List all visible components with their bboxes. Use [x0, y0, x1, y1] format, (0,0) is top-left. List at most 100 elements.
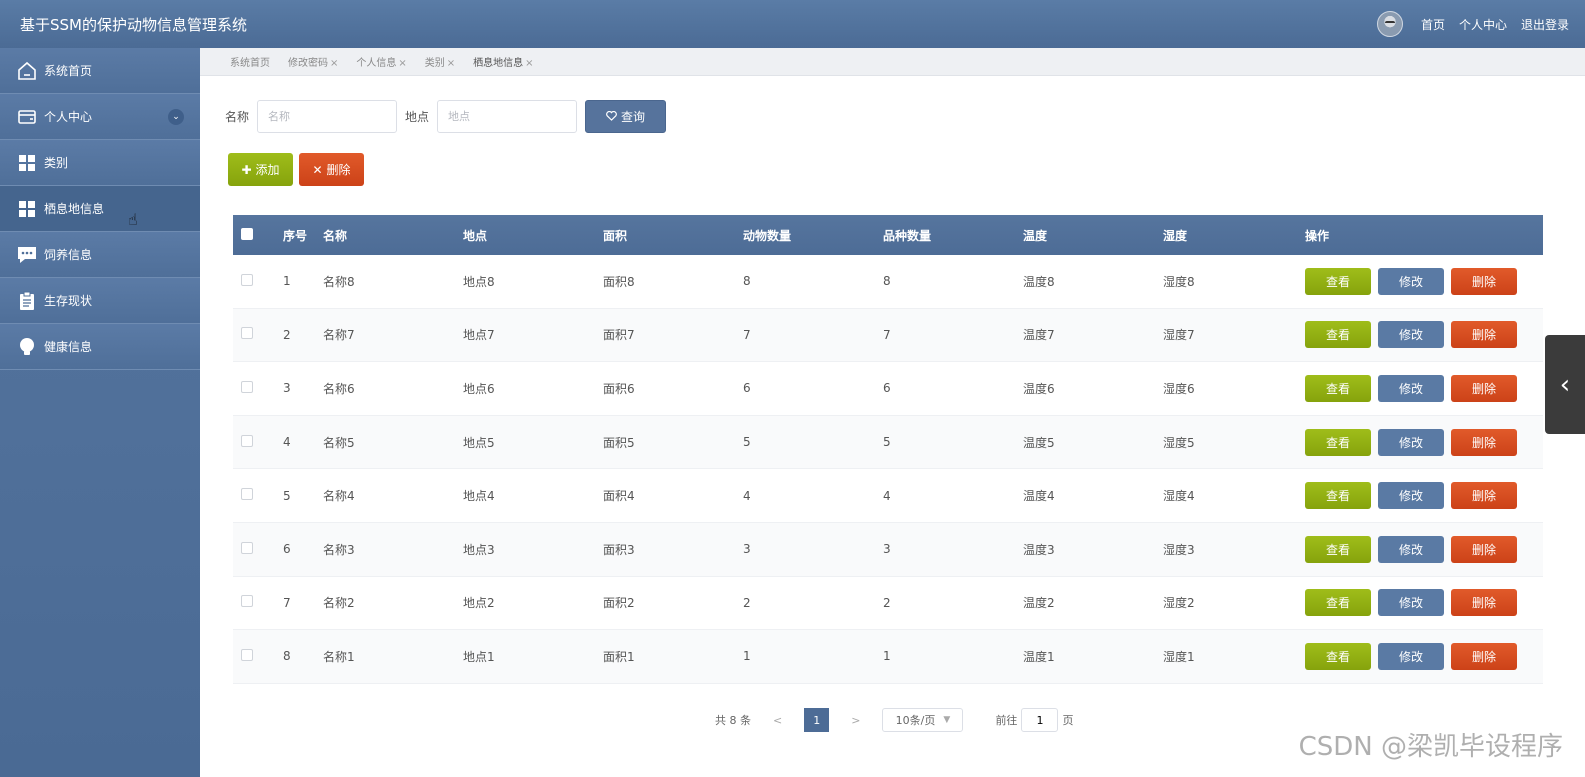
view-button[interactable]: 查看	[1305, 374, 1371, 402]
close-icon[interactable]: ×	[330, 58, 338, 69]
chevron-down-icon[interactable]: ⌄	[168, 109, 184, 125]
row-checkbox[interactable]	[241, 273, 253, 286]
close-icon[interactable]: ×	[447, 58, 455, 69]
cell-species-count: 6	[883, 381, 891, 396]
cell-temperature: 温度4	[1023, 489, 1055, 504]
sidebar-item-habitat[interactable]: 栖息地信息 ☝	[0, 186, 200, 232]
delete-button[interactable]: 删除	[1451, 321, 1517, 349]
view-button[interactable]: 查看	[1305, 267, 1371, 295]
view-button[interactable]: 查看	[1305, 642, 1371, 670]
cell-location: 地点1	[463, 649, 495, 664]
view-button[interactable]: 查看	[1305, 589, 1371, 617]
view-button[interactable]: 查看	[1305, 482, 1371, 510]
top-nav-logout[interactable]: 退出登录	[1521, 16, 1569, 33]
sidebar-item-profile[interactable]: 个人中心 ⌄	[0, 94, 200, 140]
cell-animal-count: 2	[743, 595, 751, 610]
top-nav: 首页 个人中心 退出登录	[1376, 0, 1569, 48]
goto-page-input[interactable]	[1021, 708, 1059, 732]
row-checkbox[interactable]	[241, 434, 253, 447]
edit-button[interactable]: 修改	[1378, 321, 1444, 349]
bulb-icon	[16, 336, 38, 358]
row-checkbox[interactable]	[241, 327, 253, 340]
page-size-select[interactable]: 10条/页 ▼	[882, 708, 964, 732]
avatar[interactable]	[1376, 11, 1403, 37]
edit-button[interactable]: 修改	[1378, 428, 1444, 456]
cell-area: 面积6	[603, 381, 635, 396]
edit-button[interactable]: 修改	[1378, 374, 1444, 402]
row-checkbox[interactable]	[241, 648, 253, 661]
table-row: 2 名称7 地点7 面积7 7 7 温度7 湿度7 查看 修改 删除	[233, 308, 1543, 363]
tab-category[interactable]: 类别 ×	[425, 54, 455, 69]
view-button[interactable]: 查看	[1305, 535, 1371, 563]
grid-icon	[16, 152, 38, 174]
cell-area: 面积1	[603, 649, 635, 664]
location-input[interactable]	[437, 100, 578, 133]
row-operations: 查看 修改 删除	[1305, 482, 1543, 510]
name-input[interactable]	[257, 100, 398, 133]
delete-button[interactable]: 删除	[1451, 374, 1517, 402]
tab-personal-info[interactable]: 个人信息 ×	[356, 54, 406, 69]
collapse-panel-button[interactable]: ‹	[1545, 335, 1585, 434]
prev-page-button[interactable]: <	[773, 714, 782, 727]
view-button[interactable]: 查看	[1305, 428, 1371, 456]
cell-humidity: 湿度7	[1163, 328, 1195, 343]
sidebar-item-home[interactable]: 系统首页	[0, 48, 200, 94]
close-icon[interactable]: ×	[525, 58, 533, 69]
cell-location: 地点7	[463, 328, 495, 343]
edit-button[interactable]: 修改	[1378, 267, 1444, 295]
delete-button[interactable]: 删除	[1451, 428, 1517, 456]
top-nav-home[interactable]: 首页	[1421, 16, 1445, 33]
watermark: CSDN @梁凯毕设程序	[1298, 732, 1563, 762]
row-checkbox[interactable]	[241, 595, 253, 608]
tab-change-password[interactable]: 修改密码 ×	[288, 54, 338, 69]
edit-button[interactable]: 修改	[1378, 642, 1444, 670]
sidebar-item-label: 生存现状	[44, 294, 93, 308]
query-button[interactable]: 查询	[585, 100, 667, 133]
delete-button[interactable]: 删除	[1451, 535, 1517, 563]
row-checkbox[interactable]	[241, 488, 253, 501]
row-checkbox[interactable]	[241, 541, 253, 554]
close-icon[interactable]: ×	[398, 58, 406, 69]
add-button[interactable]: ✚ 添加	[228, 153, 293, 186]
page-number-button[interactable]: 1	[804, 708, 830, 732]
sidebar-item-feeding[interactable]: 饲养信息	[0, 232, 200, 278]
row-operations: 查看 修改 删除	[1305, 428, 1543, 456]
delete-button[interactable]: 删除	[1451, 482, 1517, 510]
view-button[interactable]: 查看	[1305, 321, 1371, 349]
next-page-button[interactable]: >	[851, 714, 860, 727]
cell-name: 名称5	[323, 435, 355, 450]
cell-animal-count: 7	[743, 327, 751, 342]
table-body: 1 名称8 地点8 面积8 8 8 温度8 湿度8 查看 修改 删除 2 名称7 地点7 面积7 7 7 温度7 湿…	[233, 255, 1543, 684]
cell-species-count: 1	[883, 649, 891, 664]
name-label: 名称	[225, 110, 250, 124]
table-row: 5 名称4 地点4 面积4 4 4 温度4 湿度4 查看 修改 删除	[233, 469, 1543, 523]
top-nav-profile[interactable]: 个人中心	[1459, 16, 1507, 33]
heart-icon	[606, 110, 617, 124]
batch-delete-button[interactable]: ✕ 删除	[299, 153, 364, 186]
edit-button[interactable]: 修改	[1378, 482, 1444, 510]
select-all-checkbox[interactable]	[241, 227, 253, 240]
cell-humidity: 湿度4	[1163, 489, 1195, 504]
sidebar-item-health[interactable]: 健康信息	[0, 324, 200, 370]
header-area: 面积	[603, 228, 628, 243]
cell-temperature: 温度8	[1023, 274, 1055, 289]
cell-temperature: 温度1	[1023, 649, 1055, 664]
edit-button[interactable]: 修改	[1378, 589, 1444, 617]
header-index: 序号	[283, 228, 308, 243]
tab-habitat[interactable]: 栖息地信息 ×	[473, 54, 533, 69]
sidebar-item-category[interactable]: 类别	[0, 140, 200, 186]
pagination-total: 共 8 条	[715, 714, 751, 727]
page-suffix: 页	[1062, 714, 1074, 727]
header-operations: 操作	[1305, 228, 1330, 243]
edit-button[interactable]: 修改	[1378, 535, 1444, 563]
cell-species-count: 8	[883, 274, 891, 289]
chevron-down-icon: ▼	[943, 715, 951, 725]
cell-species-count: 7	[883, 327, 891, 342]
cell-temperature: 温度7	[1023, 328, 1055, 343]
row-checkbox[interactable]	[241, 380, 253, 393]
delete-button[interactable]: 删除	[1451, 589, 1517, 617]
delete-button[interactable]: 删除	[1451, 267, 1517, 295]
tab-home[interactable]: 系统首页	[230, 54, 270, 69]
sidebar-item-status[interactable]: 生存现状	[0, 278, 200, 324]
delete-button[interactable]: 删除	[1451, 642, 1517, 670]
